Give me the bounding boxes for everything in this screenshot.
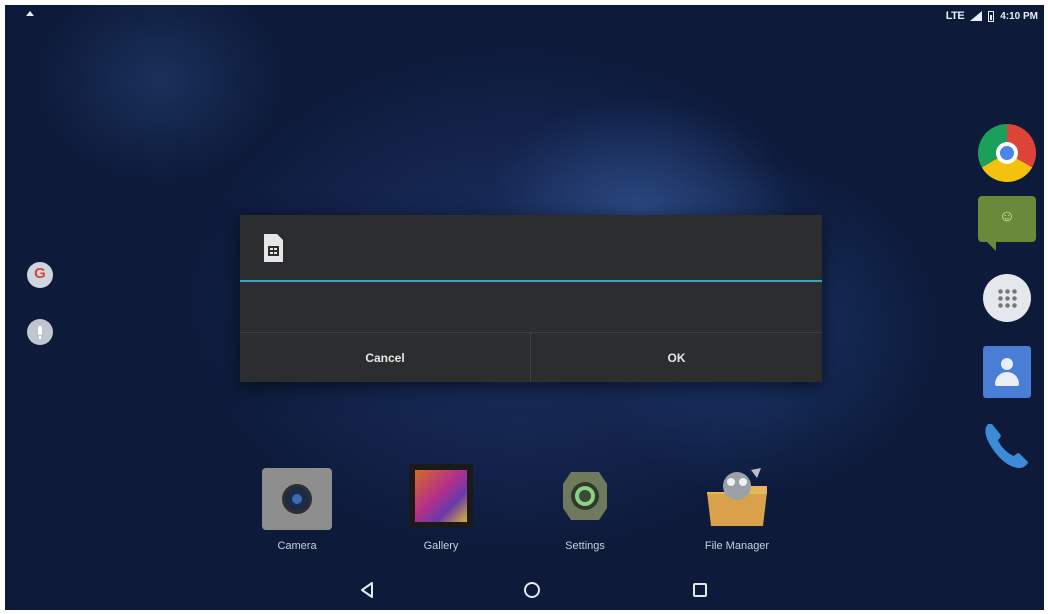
app-file-manager[interactable]: File Manager	[682, 462, 792, 562]
google-search-icon[interactable]: G	[27, 262, 53, 288]
settings-icon	[563, 472, 607, 520]
app-label: Settings	[565, 540, 605, 552]
contacts-head	[1001, 358, 1013, 370]
contacts-body	[995, 372, 1019, 386]
voice-search-icon[interactable]	[27, 319, 53, 345]
dialog-header	[240, 215, 822, 280]
app-label: File Manager	[704, 540, 770, 552]
app-gallery[interactable]: Gallery	[386, 462, 496, 562]
messaging-glyph: ☺	[998, 208, 1016, 225]
microphone-icon	[38, 326, 42, 339]
notification-icon	[26, 11, 34, 16]
file-manager-icon	[707, 468, 767, 526]
network-type: LTE	[945, 10, 965, 22]
app-camera[interactable]: Camera	[242, 462, 352, 562]
contacts-icon[interactable]	[983, 346, 1031, 398]
signal-icon	[970, 11, 983, 21]
app-label: Gallery	[423, 540, 459, 552]
clock: 4:10 PM	[1000, 10, 1038, 22]
app-label: Camera	[277, 540, 317, 552]
navigation-bar	[5, 570, 1044, 610]
cancel-button[interactable]: Cancel	[240, 333, 530, 382]
app-settings[interactable]: Settings	[530, 462, 640, 562]
sim-dialog: Cancel OK	[240, 215, 822, 382]
status-bar[interactable]: LTE 4:10 PM	[5, 5, 1044, 27]
home-icon[interactable]	[522, 580, 542, 600]
gallery-icon	[409, 464, 473, 528]
back-icon[interactable]	[357, 580, 377, 600]
phone-icon[interactable]	[978, 416, 1036, 474]
recents-icon[interactable]	[690, 580, 710, 600]
gallery-picture	[415, 470, 467, 522]
battery-icon	[988, 10, 995, 22]
app-drawer-icon[interactable]	[983, 274, 1031, 322]
google-letter: G	[34, 265, 46, 282]
chrome-icon[interactable]	[978, 124, 1036, 182]
messaging-icon[interactable]: ☺	[978, 196, 1036, 251]
camera-icon	[262, 468, 332, 530]
dialog-body	[240, 282, 822, 332]
app-drawer-dots	[997, 288, 1017, 308]
ok-button[interactable]: OK	[531, 333, 822, 382]
camera-lens	[282, 484, 312, 514]
chrome-core	[1000, 146, 1014, 160]
sim-card-icon	[264, 234, 283, 262]
status-indicators: LTE 4:10 PM	[946, 10, 1038, 22]
